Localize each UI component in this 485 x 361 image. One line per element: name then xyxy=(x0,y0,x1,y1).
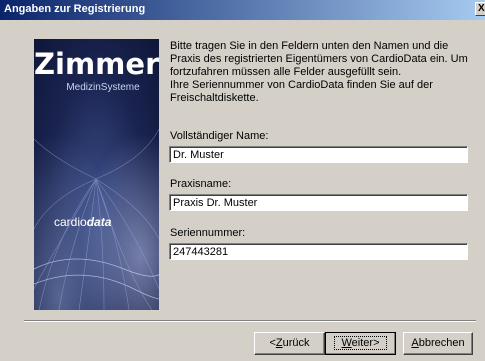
instructions-paragraph-2: Ihre Seriennummer von CardioData finden … xyxy=(170,79,433,104)
back-label: urück xyxy=(282,337,310,349)
cancel-mnemonic: A xyxy=(411,337,419,349)
practice-label: Praxisname: xyxy=(170,178,232,190)
next-focus-ring: Weiter> xyxy=(334,336,387,350)
product-prefix: cardio xyxy=(54,215,87,229)
close-icon: X xyxy=(478,3,485,14)
product-logo: cardiodata xyxy=(54,215,111,229)
window-title: Angaben zur Registrierung xyxy=(4,3,146,15)
serial-label: Seriennummer: xyxy=(170,227,246,239)
instructions-paragraph-1: Bitte tragen Sie in den Feldern unten de… xyxy=(170,40,468,78)
next-mnemonic: W xyxy=(341,337,352,349)
cancel-label: bbrechen xyxy=(418,337,465,349)
next-label: eiter> xyxy=(351,337,380,349)
instructions: Bitte tragen Sie in den Feldern unten de… xyxy=(170,40,470,105)
name-label: Vollständiger Name: xyxy=(170,130,269,142)
practice-name-field[interactable] xyxy=(169,194,468,211)
close-button[interactable]: X xyxy=(475,2,485,16)
cancel-button[interactable]: Abbrechen xyxy=(403,332,473,355)
title-bar[interactable]: Angaben zur Registrierung X xyxy=(0,0,485,20)
branding-image: Zimmer MedizinSysteme cardiodata xyxy=(34,39,159,310)
name-field[interactable] xyxy=(169,146,468,163)
serial-number-field[interactable] xyxy=(169,243,468,260)
back-mnemonic: Z xyxy=(275,337,283,349)
next-button[interactable]: Weiter> xyxy=(325,332,396,355)
company-logo: Zimmer xyxy=(34,47,159,81)
company-subtitle: MedizinSysteme xyxy=(66,82,140,93)
product-suffix: data xyxy=(86,215,112,229)
back-button[interactable]: <Zurück xyxy=(254,332,325,355)
button-separator xyxy=(24,320,476,322)
